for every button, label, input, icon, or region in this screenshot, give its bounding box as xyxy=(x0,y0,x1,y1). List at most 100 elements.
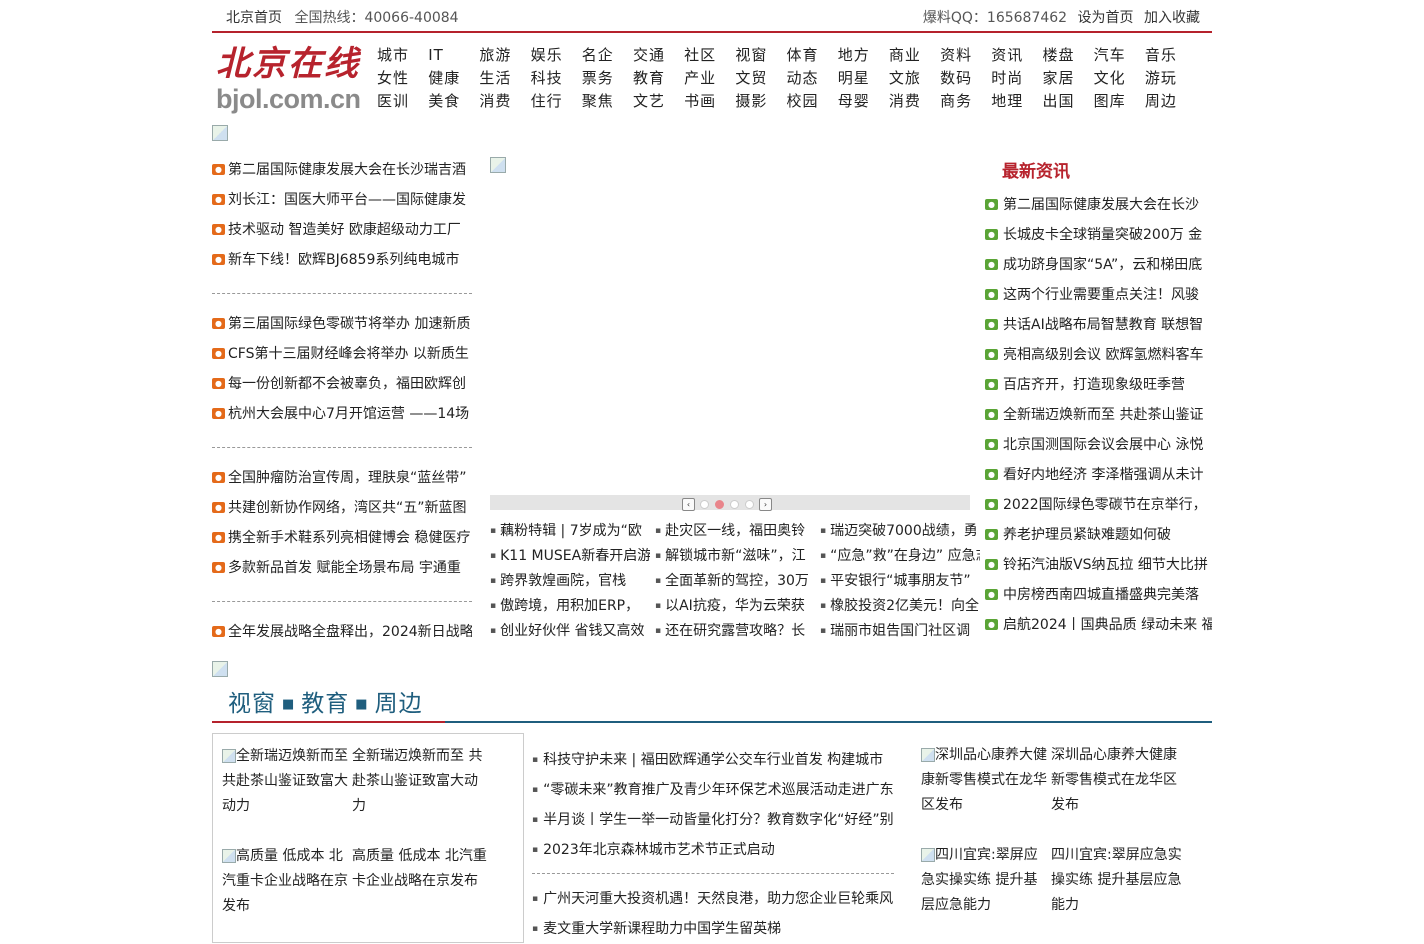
feature-1-image[interactable]: 全新瑞迈焕新而至 共赴茶山鉴证致富大动力 xyxy=(222,744,352,814)
nav-link[interactable]: 动态 xyxy=(787,67,838,88)
latest-news-item[interactable]: ● 亮相高级别会议 欧辉氢燃料客车 xyxy=(985,340,1212,370)
nav-link[interactable]: 摄影 xyxy=(735,90,786,111)
grid-headline[interactable]: 橡胶投资2亿美元！向全 xyxy=(820,594,980,619)
add-favorite-link[interactable]: 加入收藏 xyxy=(1144,10,1200,26)
feature-1-caption[interactable]: 全新瑞迈焕新而至 共赴茶山鉴证致富大动力 xyxy=(352,744,487,819)
nav-link[interactable]: 明星 xyxy=(838,67,889,88)
news-item[interactable]: ● 杭州大会展中心7月开馆运营 ——14场 xyxy=(212,399,472,429)
section-title-link[interactable]: 教育 xyxy=(301,691,349,717)
site-logo[interactable]: 北京在线 bjol.com.cn xyxy=(216,46,366,118)
grid-headline[interactable]: 跨界敦煌画院，官栈 xyxy=(490,569,650,594)
grid-headline[interactable]: 瑞迈突破7000战绩，勇 xyxy=(820,519,980,544)
latest-news-item[interactable]: ● 成功跻身国家“5A”，云和梯田底 xyxy=(985,250,1212,280)
news-item[interactable]: ● 多款新品首发 赋能全场景布局 宇通重 xyxy=(212,553,472,583)
nav-link[interactable]: 视窗 xyxy=(735,44,786,65)
news-item[interactable]: ● 每一份创新都不会被辜负，福田欧辉创 xyxy=(212,369,472,399)
nav-link[interactable]: 文旅 xyxy=(889,67,940,88)
nav-link[interactable]: 科技 xyxy=(531,67,582,88)
nav-link[interactable]: 周边 xyxy=(1145,90,1196,111)
nav-link[interactable]: 资讯 xyxy=(991,44,1042,65)
grid-headline[interactable]: 平安银行“城事朋友节” xyxy=(820,569,980,594)
nav-link[interactable]: 消费 xyxy=(889,90,940,111)
nav-link[interactable]: 娱乐 xyxy=(531,44,582,65)
latest-news-item[interactable]: ● 铃拓汽油版VS纳瓦拉 细节大比拼 xyxy=(985,550,1212,580)
grid-headline[interactable]: K11 MUSEA新春开启游 xyxy=(490,544,650,569)
nav-link[interactable]: 产业 xyxy=(684,67,735,88)
nav-link[interactable]: 医训 xyxy=(377,90,428,111)
nav-link[interactable]: 楼盘 xyxy=(1042,44,1093,65)
grid-headline[interactable]: 赴灾区一线，福田奥铃 xyxy=(655,519,815,544)
nav-link[interactable]: 旅游 xyxy=(479,44,530,65)
nav-link[interactable]: 母婴 xyxy=(838,90,889,111)
nav-link[interactable]: 家居 xyxy=(1042,67,1093,88)
news-item[interactable]: ● 刘长江：国医大师平台——国际健康发 xyxy=(212,185,472,215)
feature-2-image[interactable]: 高质量 低成本 北汽重卡企业战略在京发布 xyxy=(222,844,352,914)
slide-dot[interactable] xyxy=(745,499,754,509)
grid-headline[interactable]: 瑞丽市姐告国门社区调 xyxy=(820,619,980,644)
slide-dot[interactable] xyxy=(700,499,709,509)
set-homepage-link[interactable]: 设为首页 xyxy=(1078,10,1134,26)
nav-link[interactable]: 地方 xyxy=(838,44,889,65)
nav-link[interactable]: 住行 xyxy=(531,90,582,111)
side-feature-2-image[interactable]: 四川宜宾:翠屏应急实操实练 提升基层应急能力 xyxy=(921,843,1051,913)
nav-link[interactable]: 体育 xyxy=(787,44,838,65)
grid-headline[interactable]: 还在研究露营攻略？长 xyxy=(655,619,815,644)
section-news-item[interactable]: 2023年北京森林城市艺术节正式启动 xyxy=(532,835,894,865)
grid-headline[interactable]: 傲跨境，用积加ERP， xyxy=(490,594,650,619)
news-item[interactable]: ● 共建创新协作网络，湾区共“五”新蓝图 xyxy=(212,493,472,523)
slide-next-button[interactable]: › xyxy=(759,497,772,511)
nav-link[interactable]: 地理 xyxy=(991,90,1042,111)
news-item[interactable]: ● 全国肿瘤防治宣传周，理肤泉“蓝丝带” xyxy=(212,463,472,493)
grid-headline[interactable]: 全面革新的驾控，30万 xyxy=(655,569,815,594)
latest-news-item[interactable]: ● 共话AI战略布局智慧教育 联想智 xyxy=(985,310,1212,340)
news-item[interactable]: ● 携全新手术鞋系列亮相健博会 稳健医疗 xyxy=(212,523,472,553)
latest-news-item[interactable]: ● 这两个行业需要重点关注！风骏 xyxy=(985,280,1212,310)
nav-link[interactable]: 图库 xyxy=(1094,90,1145,111)
nav-link[interactable]: 交通 xyxy=(633,44,684,65)
nav-link[interactable]: 文化 xyxy=(1094,67,1145,88)
nav-link[interactable]: 名企 xyxy=(582,44,633,65)
slide-image[interactable] xyxy=(490,155,970,495)
latest-news-item[interactable]: ● 看好内地经济 李泽楷强调从未计 xyxy=(985,460,1212,490)
section-news-item[interactable]: 科技守护未来 | 福田欧辉通学公交车行业首发 构建城市 xyxy=(532,745,894,775)
mid-banner-image-placeholder[interactable] xyxy=(212,661,228,677)
nav-link[interactable]: 票务 xyxy=(582,67,633,88)
feature-2-caption[interactable]: 高质量 低成本 北汽重卡企业战略在京发布 xyxy=(352,844,487,894)
nav-link[interactable]: 汽车 xyxy=(1094,44,1145,65)
nav-link[interactable]: 出国 xyxy=(1042,90,1093,111)
nav-link[interactable]: 文艺 xyxy=(633,90,684,111)
news-item[interactable]: ● 技术驱动 智造美好 欧康超级动力工厂 xyxy=(212,215,472,245)
nav-link[interactable]: 健康 xyxy=(428,67,479,88)
nav-link[interactable]: 数码 xyxy=(940,67,991,88)
nav-link[interactable]: 女性 xyxy=(377,67,428,88)
nav-link[interactable]: 校园 xyxy=(787,90,838,111)
latest-news-item[interactable]: ● 中房榜西南四城直播盛典完美落 xyxy=(985,580,1212,610)
latest-news-item[interactable]: ● 2022国际绿色零碳节在京举行， xyxy=(985,490,1212,520)
news-item[interactable]: ● 第二届国际健康发展大会在长沙瑞吉酒 xyxy=(212,155,472,185)
nav-link[interactable]: 音乐 xyxy=(1145,44,1196,65)
news-item[interactable]: ● 第三届国际绿色零碳节将举办 加速新质 xyxy=(212,309,472,339)
latest-news-item[interactable]: ● 百店齐开，打造现象级旺季营 xyxy=(985,370,1212,400)
latest-news-item[interactable]: ● 北京国测国际会议会展中心 泳悦 xyxy=(985,430,1212,460)
section-news-item[interactable]: “零碳未来”教育推广及青少年环保艺术巡展活动走进广东 xyxy=(532,775,894,805)
grid-headline[interactable]: 藕粉特辑 | 7岁成为“欧 xyxy=(490,519,650,544)
latest-news-item[interactable]: ● 长城皮卡全球销量突破200万 金 xyxy=(985,220,1212,250)
slide-dot[interactable] xyxy=(730,499,739,509)
nav-link[interactable]: 美食 xyxy=(428,90,479,111)
nav-link[interactable]: 聚焦 xyxy=(582,90,633,111)
section-title-link[interactable]: 视窗 xyxy=(228,691,276,717)
section-news-item[interactable]: 半月谈丨学生一举一动皆量化打分？教育数字化“好经”别 xyxy=(532,805,894,835)
section-title-link[interactable]: 周边 xyxy=(375,691,423,717)
nav-link[interactable]: 资料 xyxy=(940,44,991,65)
latest-news-item[interactable]: ● 启航2024丨国典品质 绿动未来 福 xyxy=(985,610,1212,640)
nav-link[interactable]: 时尚 xyxy=(991,67,1042,88)
latest-news-item[interactable]: ● 养老护理员紧缺难题如何破 xyxy=(985,520,1212,550)
slide-dot[interactable] xyxy=(715,499,724,509)
section-news-item[interactable]: 麦文重大学新课程助力中国学生留英梯 xyxy=(532,914,894,944)
side-feature-1-image[interactable]: 深圳品心康养大健康新零售模式在龙华区发布 xyxy=(921,743,1051,813)
nav-link[interactable]: 生活 xyxy=(479,67,530,88)
nav-link[interactable]: IT xyxy=(428,46,479,64)
nav-link[interactable]: 文贸 xyxy=(735,67,786,88)
section-news-item[interactable]: 广州天河重大投资机遇！天然良港，助力您企业巨轮乘风 xyxy=(532,884,894,914)
nav-link[interactable]: 教育 xyxy=(633,67,684,88)
